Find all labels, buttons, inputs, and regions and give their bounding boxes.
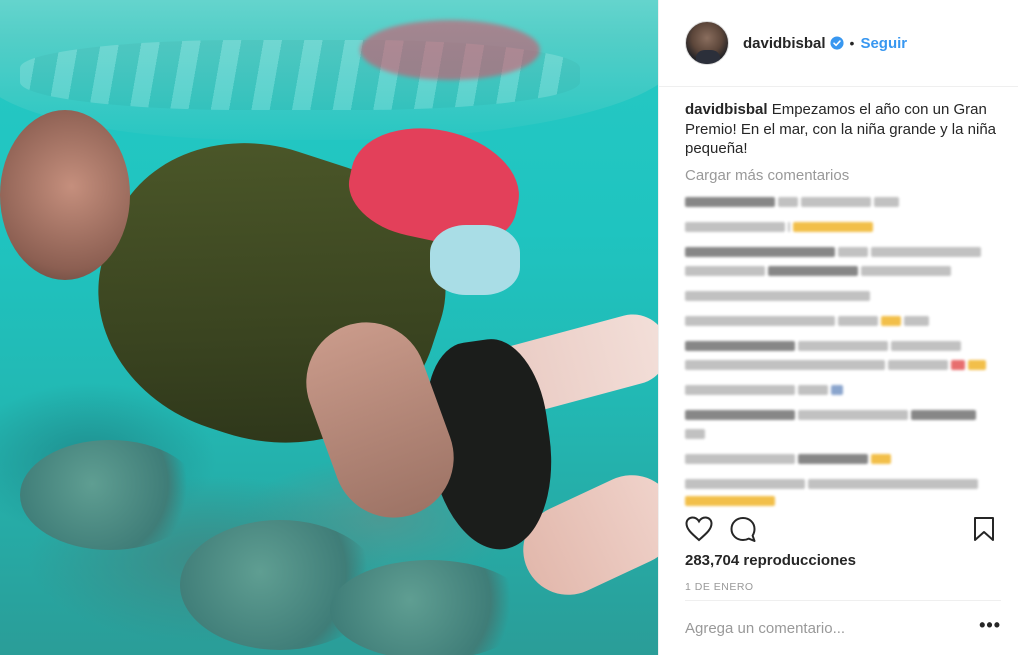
verified-badge-icon: [829, 36, 844, 50]
coral-reef: [330, 560, 530, 655]
surface-reflection: [360, 20, 540, 80]
redacted-comment: [685, 340, 1005, 353]
redacted-comment: [685, 221, 1005, 234]
bookmark-icon[interactable]: [973, 516, 995, 542]
redacted-comment: [685, 315, 1005, 328]
header-separator: •: [849, 35, 855, 51]
load-more-comments-button[interactable]: Cargar más comentarios: [685, 167, 1005, 184]
redacted-comment: [685, 428, 1005, 441]
redacted-comment: [685, 478, 1005, 491]
post-caption: davidbisbal Empezamos el año con un Gran…: [685, 100, 1005, 159]
child-goggles: [430, 225, 520, 295]
post-video[interactable]: [0, 0, 658, 655]
coral-reef: [20, 440, 200, 550]
author-username[interactable]: davidbisbal: [743, 35, 826, 52]
avatar[interactable]: [685, 21, 729, 65]
heart-icon[interactable]: [685, 516, 713, 542]
view-count[interactable]: 283,704 reproducciones: [685, 552, 856, 569]
post-actions: [685, 516, 995, 544]
add-comment-bar: Agrega un comentario... •••: [685, 600, 1001, 655]
redacted-comment: [685, 409, 1005, 422]
comment-icon[interactable]: [729, 516, 757, 544]
comment-input[interactable]: Agrega un comentario...: [685, 620, 845, 637]
more-options-button[interactable]: •••: [979, 615, 1001, 636]
redacted-comment: [685, 290, 1005, 303]
redacted-comment: [685, 384, 1005, 397]
comments-list: davidbisbal Empezamos el año con un Gran…: [685, 100, 1005, 508]
follow-button[interactable]: Seguir: [860, 35, 907, 52]
post-sidebar: davidbisbal • Seguir davidbisbal Empezam…: [658, 0, 1018, 655]
post-header: davidbisbal • Seguir: [659, 0, 1018, 87]
redacted-comment: [685, 196, 1005, 209]
post-date[interactable]: 1 DE ENERO: [685, 581, 754, 593]
redacted-comment: [685, 246, 1005, 259]
caption-username[interactable]: davidbisbal: [685, 101, 768, 118]
diver-head: [0, 110, 130, 280]
redacted-comment: [685, 265, 1005, 278]
redacted-comment: [685, 495, 1005, 508]
redacted-comment: [685, 453, 1005, 466]
redacted-comment: [685, 359, 1005, 372]
